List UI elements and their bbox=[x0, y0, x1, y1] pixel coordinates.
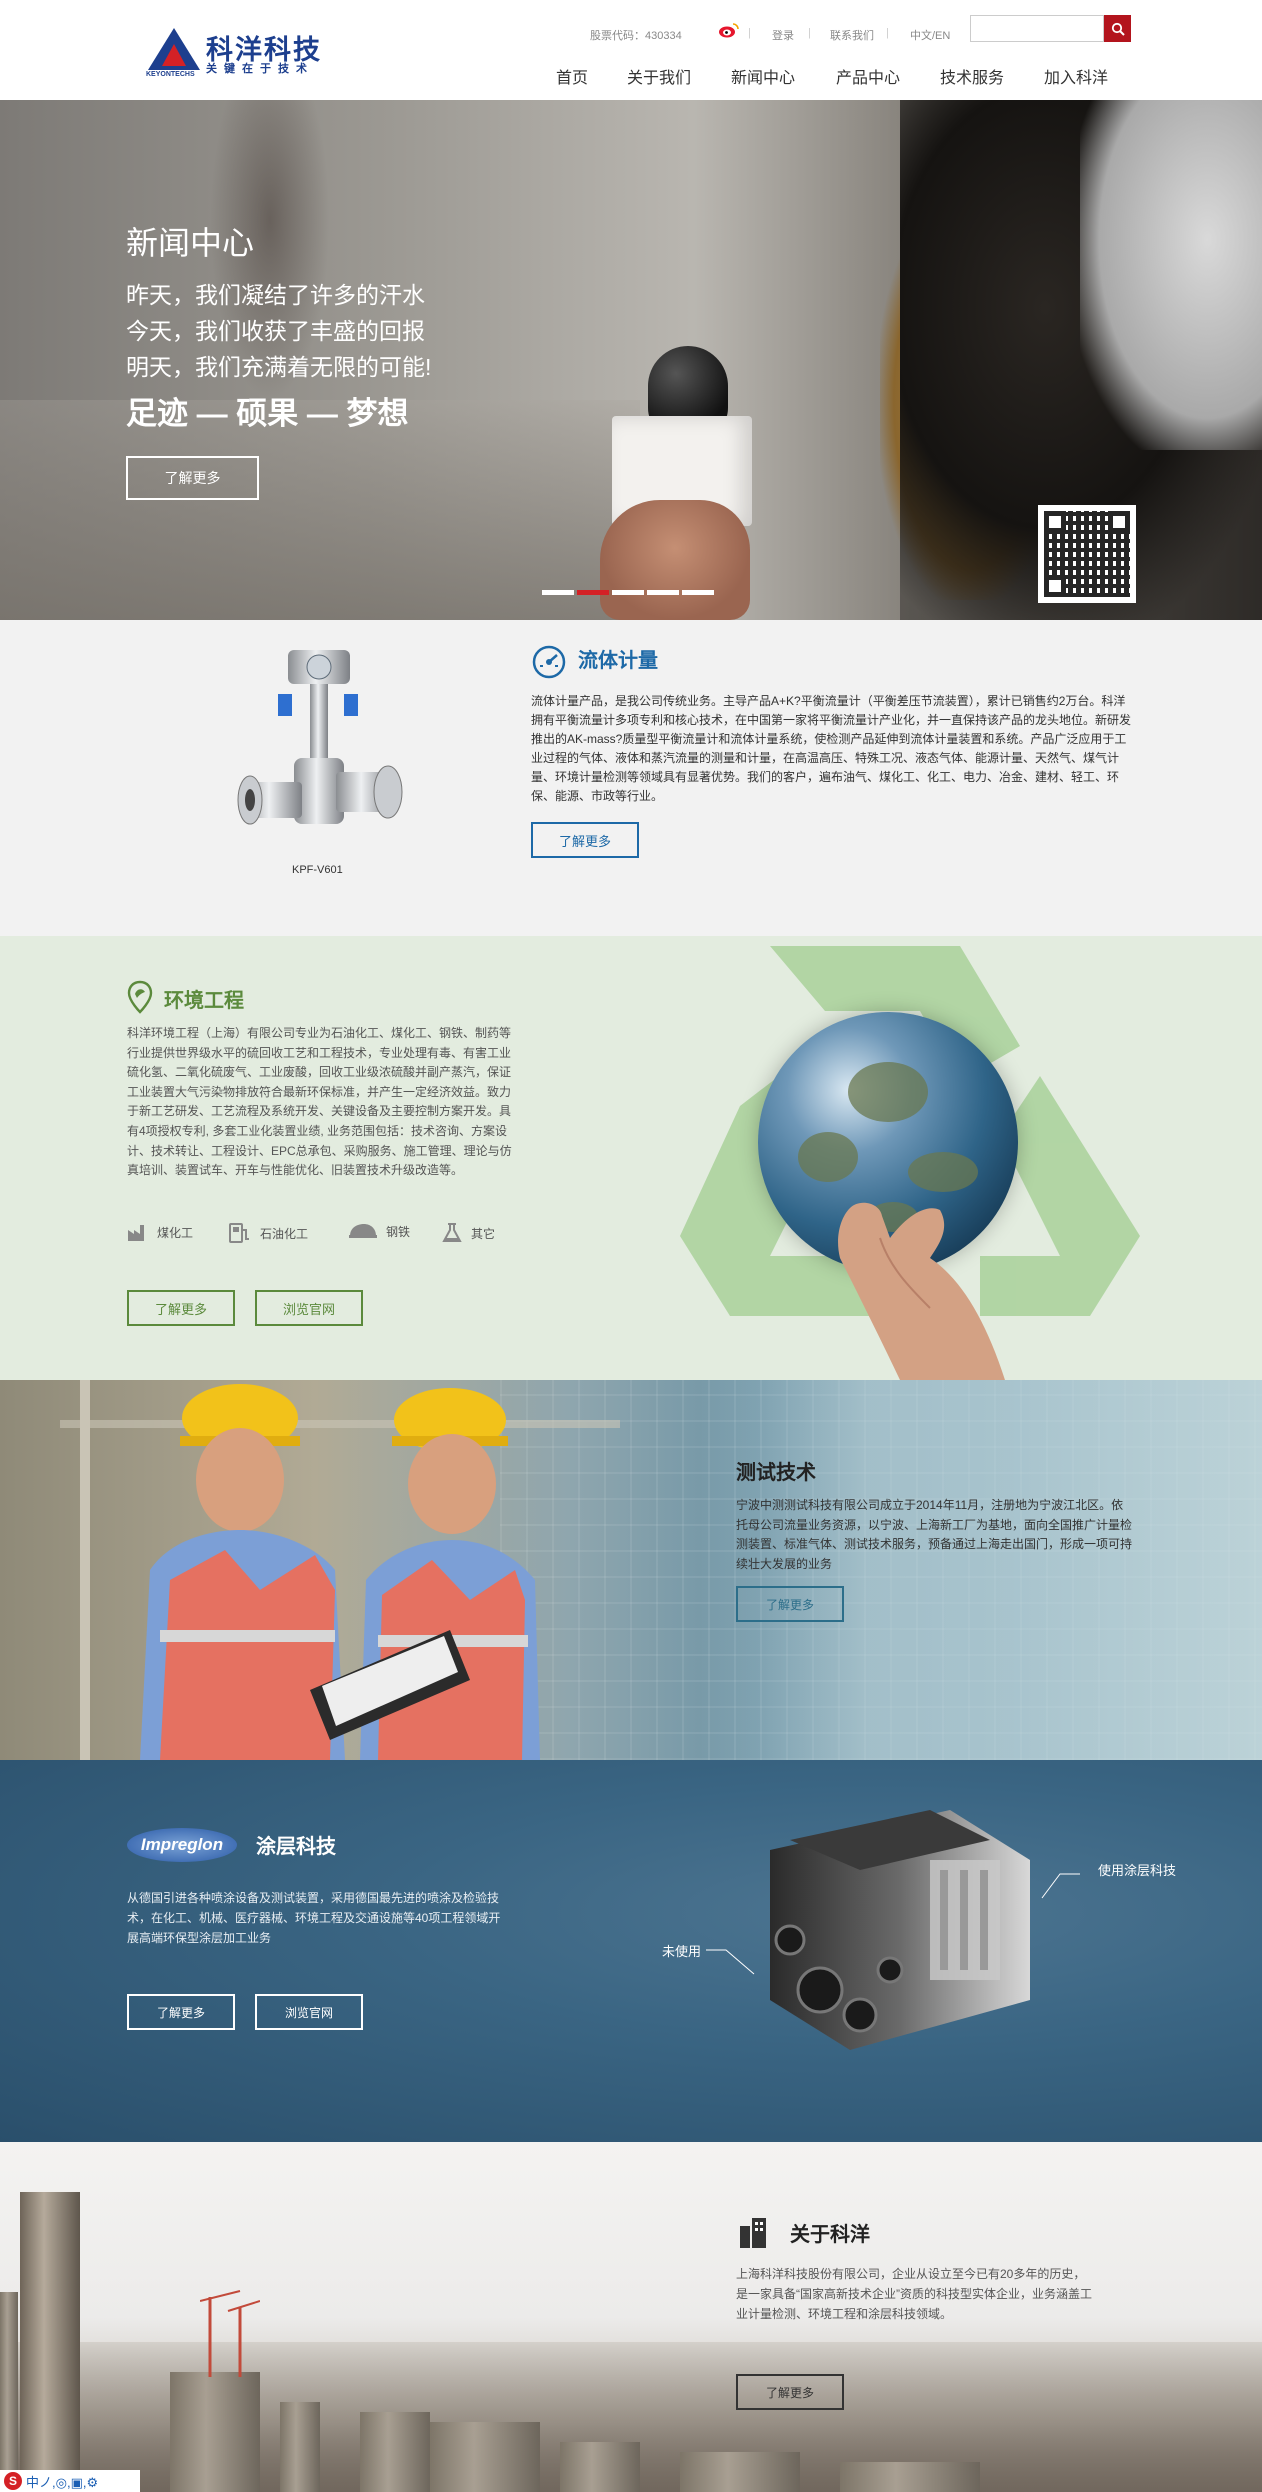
skyscraper bbox=[360, 2412, 430, 2492]
engine-image bbox=[770, 1810, 1030, 2050]
product-caption: KPF-V601 bbox=[292, 864, 343, 876]
flow-title: 流体计量 bbox=[578, 650, 658, 672]
leaf-location-icon bbox=[127, 980, 153, 1014]
flow-meter-product-image[interactable] bbox=[234, 632, 414, 858]
search-button[interactable] bbox=[1104, 15, 1131, 42]
coating-title: 涂层科技 bbox=[256, 1836, 336, 1858]
helmet-icon bbox=[349, 1224, 377, 1238]
weibo-icon[interactable] bbox=[718, 22, 740, 38]
flow-description: 流体计量产品，是我公司传统业务。主导产品A+K?平衡流量计（平衡差压节流装置），… bbox=[531, 694, 1132, 803]
contact-link[interactable]: 联系我们 bbox=[830, 27, 874, 43]
callout-line-left bbox=[706, 1949, 755, 1975]
callout-line-right bbox=[1041, 1873, 1080, 1899]
toolbar-text: 中ノ,◎,▣,⚙ bbox=[26, 2474, 99, 2490]
label-without-coating: 未使用 bbox=[662, 1944, 702, 1959]
category-steel[interactable]: 钢铁 bbox=[348, 1222, 410, 1240]
impreglon-logo: Impreglon bbox=[127, 1828, 237, 1862]
slider-dot[interactable] bbox=[682, 590, 714, 595]
test-more-button[interactable]: 了解更多 bbox=[736, 1586, 844, 1622]
language-switch[interactable]: 中文/EN bbox=[910, 27, 950, 43]
slider-dot[interactable] bbox=[542, 590, 574, 595]
about-more-button[interactable]: 了解更多 bbox=[736, 2374, 844, 2410]
company-logo[interactable]: 科洋科技 关键在于技术 KEYONTECHS bbox=[146, 26, 338, 78]
nav-join[interactable]: 加入科洋 bbox=[1044, 64, 1108, 88]
hero-banner: 新闻中心 昨天，我们凝结了许多的汗水 今天，我们收获了丰盛的回报 明天，我们充满… bbox=[0, 100, 1262, 620]
skyscraper bbox=[840, 2462, 980, 2492]
skyscraper bbox=[20, 2192, 80, 2492]
login-link[interactable]: 登录 bbox=[772, 27, 794, 43]
nav-news[interactable]: 新闻中心 bbox=[731, 64, 795, 88]
category-coal-chemical[interactable]: 煤化工 bbox=[127, 1222, 193, 1242]
hero-title: 新闻中心 bbox=[126, 225, 255, 261]
hero-line-3: 明天，我们充满着无限的可能! bbox=[126, 354, 432, 380]
env-site-button[interactable]: 浏览官网 bbox=[255, 1290, 363, 1326]
category-label: 煤化工 bbox=[157, 1225, 194, 1240]
fuel-pump-icon bbox=[229, 1223, 249, 1243]
skyscraper bbox=[430, 2422, 540, 2492]
search-icon bbox=[1111, 22, 1125, 36]
skyscraper bbox=[0, 2292, 18, 2492]
qr-code bbox=[1038, 505, 1136, 603]
about-title: 关于科洋 bbox=[790, 2224, 870, 2246]
env-title: 环境工程 bbox=[164, 990, 244, 1012]
environment-engineering-section: 环境工程 科洋环境工程（上海）有限公司专业为石油化工、煤化工、钢铁、制药等行业提… bbox=[0, 936, 1262, 1380]
env-more-button[interactable]: 了解更多 bbox=[127, 1290, 235, 1326]
coating-more-button[interactable]: 了解更多 bbox=[127, 1994, 235, 2030]
topbar-separator: | bbox=[886, 27, 889, 39]
flask-icon bbox=[442, 1223, 462, 1242]
flow-metering-section: KPF-V601 流体计量 流体计量产品，是我公司传统业务。主导产品A+K?平衡… bbox=[0, 620, 1262, 936]
skyscraper bbox=[280, 2402, 320, 2492]
env-description: 科洋环境工程（上海）有限公司专业为石油化工、煤化工、钢铁、制药等行业提供世界级水… bbox=[127, 1026, 512, 1178]
sogou-icon: S bbox=[4, 2472, 22, 2490]
hero-background-street bbox=[0, 400, 640, 620]
nav-products[interactable]: 产品中心 bbox=[836, 64, 900, 88]
topbar-separator: | bbox=[808, 27, 811, 39]
nav-services[interactable]: 技术服务 bbox=[940, 64, 1004, 88]
about-section: 关于科洋 上海科洋科技股份有限公司，企业从设立至今已有20多年的历史，是一家具备… bbox=[0, 2142, 1262, 2492]
gauge-icon bbox=[531, 644, 567, 680]
hero-line-1: 昨天，我们凝结了许多的汗水 bbox=[126, 282, 425, 308]
category-label: 钢铁 bbox=[386, 1224, 411, 1239]
skyscraper bbox=[170, 2372, 260, 2492]
search-input[interactable] bbox=[970, 15, 1104, 42]
flow-more-button[interactable]: 了解更多 bbox=[531, 822, 639, 858]
logo-red-mark bbox=[162, 44, 186, 66]
logo-slogan: 关键在于技术 bbox=[206, 63, 314, 75]
hand-holding-globe-image bbox=[838, 1202, 1005, 1380]
coating-site-button[interactable]: 浏览官网 bbox=[255, 1994, 363, 2030]
category-other[interactable]: 其它 bbox=[441, 1222, 495, 1244]
test-title: 测试技术 bbox=[736, 1462, 816, 1484]
coating-description: 从德国引进各种喷涂设备及测试装置，采用德国最先进的喷涂及检验技术，在化工、机械、… bbox=[127, 1891, 501, 1945]
nav-home[interactable]: 首页 bbox=[556, 64, 588, 88]
coating-technology-section: Impreglon 涂层科技 从德国引进各种喷涂设备及测试装置，采用德国最先进的… bbox=[0, 1760, 1262, 2142]
skyscraper bbox=[680, 2452, 800, 2492]
label-with-coating: 使用涂层科技 bbox=[1098, 1863, 1177, 1878]
slider-dot[interactable] bbox=[612, 590, 644, 595]
about-description: 上海科洋科技股份有限公司，企业从设立至今已有20多年的历史，是一家具备“国家高新… bbox=[736, 2267, 1092, 2321]
construction-crane bbox=[200, 2290, 260, 2377]
category-label: 其它 bbox=[471, 1226, 496, 1241]
hero-line-2: 今天，我们收获了丰盛的回报 bbox=[126, 318, 425, 344]
hero-cameraman-sleeve bbox=[1080, 100, 1262, 450]
hand-image bbox=[600, 500, 750, 620]
stock-code: 股票代码：430334 bbox=[590, 30, 682, 42]
hero-more-button[interactable]: 了解更多 bbox=[126, 456, 259, 500]
test-description: 宁波中测测试科技有限公司成立于2014年11月，注册地为宁波江北区。依托母公司流… bbox=[736, 1498, 1133, 1571]
hero-slogan: 足迹 — 硕果 — 梦想 bbox=[126, 396, 409, 431]
logo-en: KEYONTECHS bbox=[146, 71, 195, 78]
engineers-image bbox=[60, 1380, 620, 1760]
testing-technology-section: 测试技术 宁波中测测试科技有限公司成立于2014年11月，注册地为宁波江北区。依… bbox=[0, 1380, 1262, 1760]
input-method-toolbar[interactable]: S 中ノ,◎,▣,⚙ bbox=[0, 2470, 140, 2492]
category-petrochemical[interactable]: 石油化工 bbox=[228, 1222, 308, 1244]
category-label: 石油化工 bbox=[260, 1226, 309, 1241]
topbar-separator: | bbox=[748, 27, 751, 39]
site-header: 科洋科技 关键在于技术 KEYONTECHS 股票代码：430334 | 登录 … bbox=[0, 0, 1262, 100]
skyscraper bbox=[560, 2442, 640, 2492]
slider-dot-active[interactable] bbox=[577, 590, 609, 595]
slider-dot[interactable] bbox=[647, 590, 679, 595]
nav-about[interactable]: 关于我们 bbox=[627, 64, 691, 88]
factory-icon bbox=[128, 1225, 144, 1241]
building-icon bbox=[738, 2216, 768, 2248]
